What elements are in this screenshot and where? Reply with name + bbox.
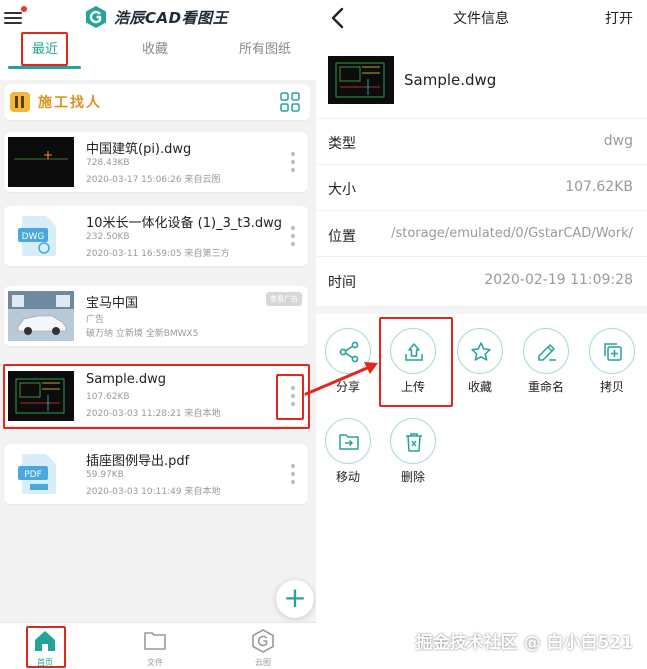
action-label: 删除	[400, 470, 425, 484]
upload-button[interactable]: 上传	[383, 328, 443, 398]
add-button[interactable]: +	[276, 580, 314, 618]
promo-banner[interactable]: 施工找人	[4, 84, 310, 120]
file-thumbnail	[8, 137, 74, 187]
file-list-screen: 浩辰CAD看图王 最近 收藏 所有图纸 施工找人 中国建筑(pi).dwg 72…	[0, 0, 316, 669]
file-meta: 2020-03-11 16:59:05 来自第三方	[86, 249, 230, 259]
divider	[316, 256, 647, 257]
more-options-icon[interactable]	[290, 226, 296, 246]
file-thumbnail	[8, 371, 74, 421]
car-ad-image	[8, 291, 74, 341]
file-info-screen: 文件信息 打开 Sample.dwg 类型 dwg 大小 107.62KB 位置…	[316, 0, 647, 669]
banner-text: 施工找人	[38, 95, 102, 111]
pdf-file-icon: PDF	[18, 454, 56, 494]
divider	[316, 210, 647, 211]
nav-cloud[interactable]: 云图	[238, 627, 288, 667]
top-bar: 浩辰CAD看图王 最近 收藏 所有图纸	[0, 0, 316, 80]
info-value-time: 2020-02-19 11:09:28	[484, 272, 633, 288]
info-label-location: 位置	[328, 229, 356, 245]
folder-icon	[144, 632, 166, 650]
page-title: 文件信息	[453, 11, 509, 27]
star-icon	[471, 342, 491, 361]
action-label: 收藏	[467, 380, 492, 394]
delete-icon	[406, 433, 422, 452]
file-name: 10米长一体化设备 (1)_3_t3.dwg	[86, 216, 282, 231]
tab-favorites[interactable]: 收藏	[120, 36, 190, 72]
info-label-type: 类型	[328, 136, 356, 152]
info-value-size: 107.62KB	[565, 179, 633, 195]
info-label-size: 大小	[328, 182, 356, 198]
construction-icon	[10, 92, 30, 112]
divider	[316, 164, 647, 165]
ad-item[interactable]: 宝马中国 广告 破万纳 立新境 全新BMWX5 查看广告	[4, 286, 308, 346]
cloud-logo-icon	[252, 629, 274, 653]
file-name: Sample.dwg	[86, 372, 167, 387]
open-button[interactable]: 打开	[605, 8, 633, 28]
gstar-logo-icon	[86, 6, 106, 28]
more-options-icon[interactable]	[290, 152, 296, 172]
dwg-file-icon: DWG	[18, 216, 56, 256]
back-icon[interactable]	[328, 6, 348, 30]
file-size: 59.97KB	[86, 470, 124, 480]
copy-icon	[604, 343, 622, 361]
file-size: 107.62KB	[86, 392, 130, 402]
app-logo: 浩辰CAD看图王	[84, 4, 228, 30]
file-meta: 2020-03-03 10:11:49 来自本地	[86, 487, 221, 497]
info-value-type: dwg	[603, 133, 633, 149]
ad-slogan: 破万纳 立新境 全新BMWX5	[86, 329, 199, 339]
action-label: 拷贝	[599, 380, 624, 394]
upload-icon	[405, 343, 423, 361]
file-size: 728.43KB	[86, 158, 130, 168]
file-item[interactable]: PDF 插座图例导出.pdf 59.97KB 2020-03-03 10:11:…	[4, 444, 308, 504]
file-item[interactable]: DWG 10米长一体化设备 (1)_3_t3.dwg 232.50KB 2020…	[4, 206, 308, 266]
divider	[316, 118, 647, 119]
ad-label: 广告	[86, 315, 105, 325]
ad-title: 宝马中国	[86, 296, 139, 311]
dwg-badge-text: DWG	[22, 232, 45, 242]
section-separator	[316, 306, 647, 314]
file-name: 中国建筑(pi).dwg	[86, 142, 192, 157]
more-options-icon[interactable]	[290, 386, 296, 406]
action-label: 上传	[400, 380, 425, 394]
file-name: Sample.dwg	[404, 71, 497, 89]
nav-home[interactable]: 首页	[20, 627, 70, 667]
move-icon	[339, 434, 359, 450]
copy-button[interactable]: 拷贝	[582, 328, 642, 398]
more-options-icon[interactable]	[290, 464, 296, 484]
rename-button[interactable]: 重命名	[516, 328, 576, 398]
rename-icon	[538, 344, 556, 361]
file-size: 232.50KB	[86, 232, 130, 242]
grid-view-icon[interactable]	[280, 92, 300, 112]
info-value-location: /storage/emulated/0/GstarCAD/Work/	[391, 226, 633, 241]
file-meta: 2020-03-17 15:06:26 来自云图	[86, 175, 221, 185]
delete-button[interactable]: 删除	[383, 418, 443, 488]
info-label-time: 时间	[328, 275, 356, 291]
pdf-badge-text: PDF	[24, 470, 42, 480]
move-button[interactable]: 移动	[318, 418, 378, 488]
watermark: 掘金技术社区 @ 白小白521	[415, 633, 633, 653]
favorite-button[interactable]: 收藏	[450, 328, 510, 398]
bottom-nav: 首页 文件 云图	[0, 622, 316, 669]
annotation-arrow	[304, 362, 378, 396]
app-title: 浩辰CAD看图王	[114, 8, 229, 27]
notification-dot	[21, 6, 27, 12]
file-thumbnail	[328, 56, 394, 104]
nav-label: 首页	[37, 658, 53, 667]
file-item[interactable]: 中国建筑(pi).dwg 728.43KB 2020-03-17 15:06:2…	[4, 132, 308, 192]
active-tab-indicator	[8, 66, 81, 69]
action-label: 移动	[335, 470, 360, 484]
file-item-selected[interactable]: Sample.dwg 107.62KB 2020-03-03 11:28:21 …	[4, 366, 308, 426]
file-name: 插座图例导出.pdf	[86, 454, 190, 469]
home-icon	[35, 631, 55, 651]
action-label: 重命名	[527, 380, 564, 394]
nav-files[interactable]: 文件	[130, 627, 180, 667]
tab-all-drawings[interactable]: 所有图纸	[225, 36, 305, 72]
nav-label: 文件	[147, 658, 163, 667]
ad-view-tag[interactable]: 查看广告	[266, 292, 302, 306]
file-meta: 2020-03-03 11:28:21 来自本地	[86, 409, 221, 419]
info-header: 文件信息 打开	[316, 0, 647, 36]
nav-label: 云图	[255, 658, 271, 667]
